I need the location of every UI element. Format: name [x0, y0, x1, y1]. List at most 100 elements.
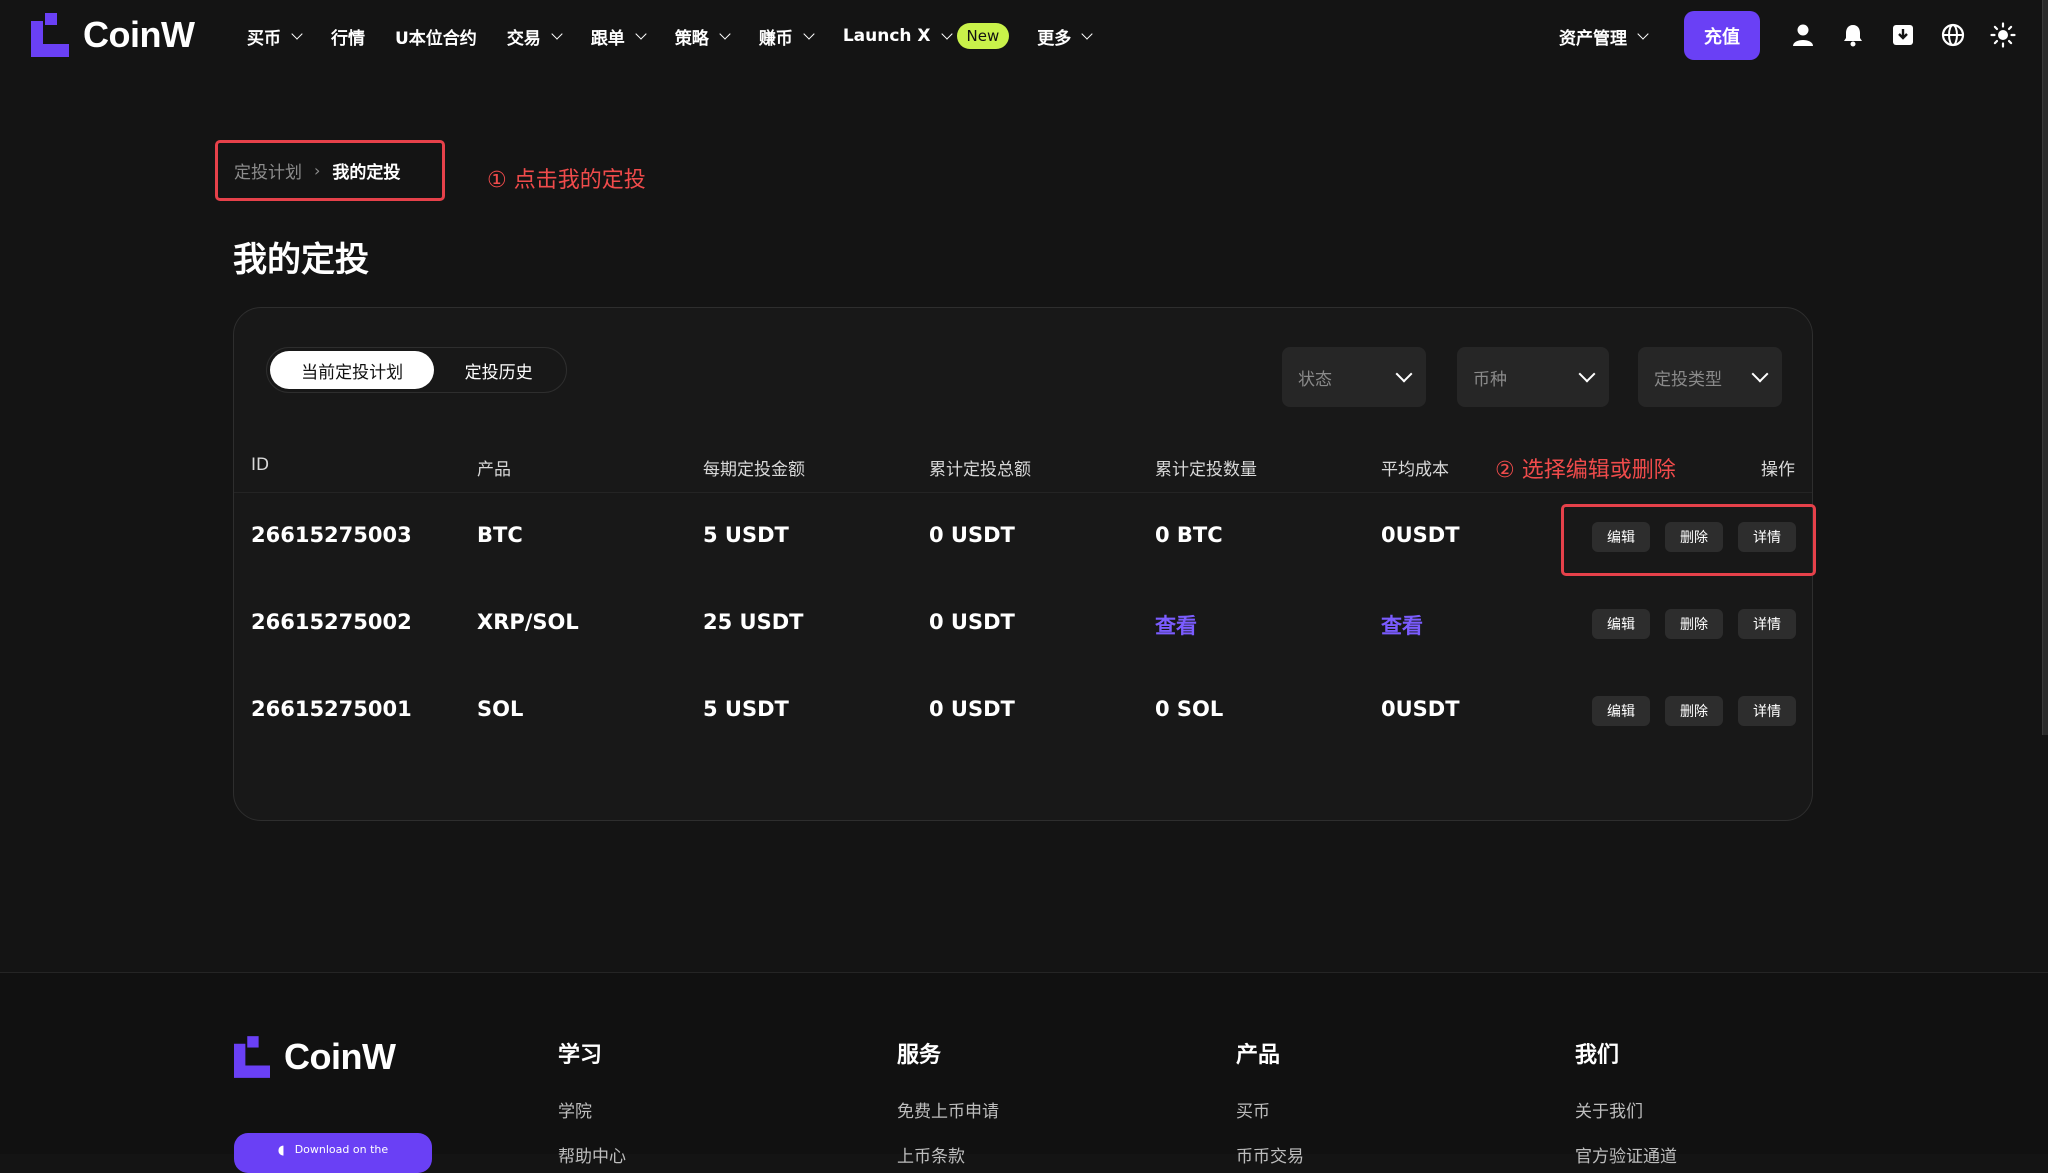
- delete-button[interactable]: 删除: [1665, 696, 1723, 726]
- menu-label: 赚币: [758, 28, 793, 49]
- chevron-down-icon: [1081, 27, 1093, 40]
- chevron-down-icon: [551, 27, 563, 40]
- footer-col-title: 我们: [1575, 1043, 1620, 1068]
- user-icon[interactable]: [1790, 22, 1816, 48]
- footer-link[interactable]: 免费上币申请: [897, 1097, 999, 1122]
- annotation-step2: ② 选择编辑或删除: [1495, 458, 1676, 483]
- investment-plans-card: 当前定投计划 定投历史 状态 币种 定投类型 ID 产品 每期定投金额 累计定投…: [233, 307, 1816, 821]
- plan-type-filter[interactable]: 定投类型: [1638, 347, 1782, 407]
- breadcrumb-parent-link[interactable]: 定投计划: [234, 158, 302, 183]
- breadcrumb-current[interactable]: 我的定投: [332, 158, 400, 183]
- menu-buy-crypto[interactable]: 买币: [247, 24, 303, 49]
- cell-total: 0 USDT: [929, 523, 1015, 547]
- column-header-total-quantity: 累计定投数量: [1155, 460, 1257, 480]
- footer: CoinW 学习 学院 帮助中心 服务 免费上币申请 上币条款 产品 买币 币币…: [0, 972, 2048, 1173]
- download-icon[interactable]: [1890, 22, 1916, 48]
- menu-markets[interactable]: 行情: [331, 24, 365, 49]
- cell-avg-cost: 0USDT: [1381, 697, 1460, 721]
- app-store-download-button[interactable]: ◖ Download on the: [234, 1133, 432, 1173]
- cell-quantity: 0 BTC: [1155, 523, 1223, 547]
- menu-label: 跟单: [590, 28, 625, 49]
- cell-total: 0 USDT: [929, 697, 1015, 721]
- column-header-avg-cost: 平均成本: [1381, 460, 1449, 480]
- delete-button[interactable]: 删除: [1665, 609, 1723, 639]
- footer-link[interactable]: 关于我们: [1575, 1097, 1643, 1122]
- chevron-down-icon: [635, 27, 647, 40]
- footer-link[interactable]: 上币条款: [897, 1142, 965, 1167]
- status-filter-placeholder: 状态: [1298, 369, 1332, 390]
- cell-id: 26615275002: [251, 610, 412, 634]
- coinw-logo-icon: [234, 1036, 270, 1078]
- cell-product: SOL: [477, 697, 524, 721]
- cell-product: BTC: [477, 523, 523, 547]
- cell-id: 26615275003: [251, 523, 412, 547]
- plan-tabs: 当前定投计划 定投历史: [266, 347, 567, 393]
- tab-plan-history[interactable]: 定投历史: [434, 351, 563, 389]
- cell-quantity: 0 SOL: [1155, 697, 1224, 721]
- edit-button[interactable]: 编辑: [1592, 609, 1650, 639]
- cell-total: 0 USDT: [929, 610, 1015, 634]
- annotation-step1: ① 点击我的定投: [487, 168, 646, 193]
- page-title: 我的定投: [233, 240, 369, 280]
- menu-label: U本位合约: [395, 28, 477, 49]
- currency-filter-placeholder: 币种: [1473, 369, 1507, 390]
- view-avg-cost-link[interactable]: 查看: [1381, 610, 1423, 640]
- globe-icon[interactable]: [1940, 22, 1966, 48]
- menu-copy-trading[interactable]: 跟单: [590, 24, 647, 49]
- column-header-id: ID: [251, 455, 270, 475]
- footer-col-title: 学习: [558, 1043, 603, 1068]
- menu-label: 交易: [506, 28, 541, 49]
- column-header-total-invested: 累计定投总额: [929, 460, 1031, 480]
- column-header-product: 产品: [477, 460, 511, 480]
- footer-link[interactable]: 官方验证通道: [1575, 1142, 1677, 1167]
- sun-icon[interactable]: [1990, 22, 2016, 48]
- chevron-right-icon: ›: [314, 161, 321, 180]
- footer-link[interactable]: 币币交易: [1236, 1142, 1304, 1167]
- footer-link[interactable]: 买币: [1236, 1097, 1270, 1122]
- view-quantity-link[interactable]: 查看: [1155, 610, 1197, 640]
- asset-management-label: 资产管理: [1559, 28, 1627, 49]
- menu-label: Launch X: [842, 26, 931, 46]
- breadcrumb: 定投计划 › 我的定投: [215, 140, 445, 201]
- header-divider: [234, 492, 1812, 493]
- menu-label: 更多: [1037, 28, 1072, 49]
- cell-per-amount: 5 USDT: [703, 523, 789, 547]
- detail-button[interactable]: 详情: [1738, 609, 1796, 639]
- menu-strategy[interactable]: 策略: [674, 24, 731, 49]
- column-header-per-amount: 每期定投金额: [703, 460, 805, 480]
- footer-link[interactable]: 帮助中心: [558, 1142, 626, 1167]
- menu-label: 买币: [247, 28, 281, 49]
- plan-type-filter-placeholder: 定投类型: [1654, 369, 1722, 390]
- column-header-actions: 操作: [1761, 460, 1795, 480]
- top-nav: CoinW 买币 行情 U本位合约 交易 跟单 策略 赚币 Launch X Ne…: [0, 0, 2048, 72]
- menu-label: 策略: [674, 28, 709, 49]
- tab-current-plans[interactable]: 当前定投计划: [270, 351, 435, 389]
- chevron-down-icon: [719, 27, 731, 40]
- edit-button[interactable]: 编辑: [1592, 696, 1650, 726]
- currency-filter[interactable]: 币种: [1457, 347, 1609, 407]
- page-scrollbar[interactable]: [2042, 0, 2048, 735]
- footer-col-title: 服务: [897, 1043, 942, 1068]
- status-filter[interactable]: 状态: [1282, 347, 1426, 407]
- footer-logo[interactable]: CoinW: [234, 1036, 396, 1078]
- menu-earn[interactable]: 赚币: [758, 24, 815, 49]
- detail-button[interactable]: 详情: [1738, 696, 1796, 726]
- menu-more[interactable]: 更多: [1037, 24, 1093, 49]
- footer-link[interactable]: 学院: [558, 1097, 592, 1122]
- menu-launch-x[interactable]: Launch X New: [842, 23, 1010, 49]
- chevron-down-icon: [1395, 365, 1413, 383]
- coinw-logo[interactable]: CoinW: [31, 13, 195, 57]
- cell-id: 26615275001: [251, 697, 412, 721]
- menu-trade[interactable]: 交易: [506, 24, 563, 49]
- bell-icon[interactable]: [1840, 22, 1866, 48]
- chevron-down-icon: [291, 27, 303, 40]
- menu-label: 行情: [331, 28, 365, 49]
- recharge-button[interactable]: 充值: [1684, 11, 1760, 60]
- footer-logo-text: CoinW: [284, 1036, 396, 1077]
- chevron-down-icon: [940, 27, 953, 40]
- asset-management-menu[interactable]: 资产管理: [1559, 0, 1649, 72]
- cell-per-amount: 25 USDT: [703, 610, 804, 634]
- apple-icon: ◖: [277, 1143, 285, 1158]
- chevron-down-icon: [1637, 27, 1649, 40]
- menu-usdt-futures[interactable]: U本位合约: [395, 24, 477, 49]
